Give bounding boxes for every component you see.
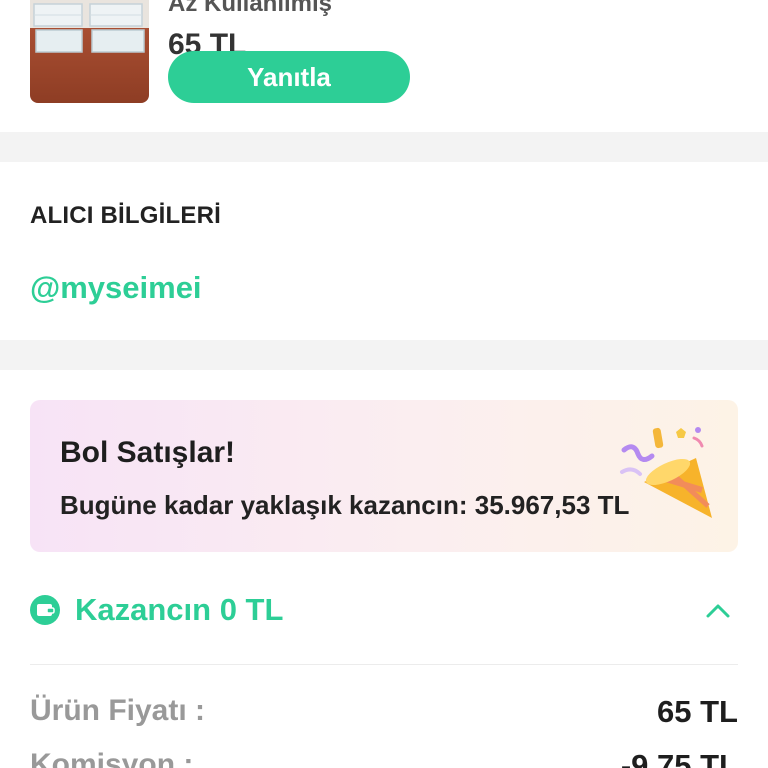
detail-row-product-price: Ürün Fiyatı : 65 TL <box>30 694 738 734</box>
earnings-divider <box>30 664 738 665</box>
product-condition: Az Kullanılmış <box>168 0 333 17</box>
product-card: Az Kullanılmış 65 TL Yanıtla <box>0 0 768 132</box>
sales-banner: Bol Satışlar! Bugüne kadar yaklaşık kaza… <box>30 400 738 552</box>
buyer-section-title: ALICI BİLGİLERİ <box>30 202 221 229</box>
section-divider <box>0 132 768 162</box>
party-popper-icon <box>620 427 712 518</box>
earnings-section: Bol Satışlar! Bugüne kadar yaklaşık kaza… <box>0 370 768 768</box>
wallet-icon <box>30 595 60 625</box>
buyer-info-section: ALICI BİLGİLERİ @myseimei <box>0 162 768 340</box>
buyer-username-link[interactable]: @myseimei <box>30 270 202 306</box>
chevron-up-icon[interactable] <box>704 598 732 622</box>
earnings-label: Kazancın 0 TL <box>75 592 284 627</box>
reply-button[interactable]: Yanıtla <box>168 51 410 103</box>
detail-row-commission: Komisyon : -9,75 TL <box>30 748 738 768</box>
product-thumbnail[interactable] <box>30 0 149 103</box>
detail-value: -9,75 TL <box>620 748 738 768</box>
detail-label: Komisyon : <box>30 748 194 768</box>
detail-value: 65 TL <box>657 694 738 729</box>
detail-label: Ürün Fiyatı : <box>30 694 206 727</box>
banner-total-earnings: Bugüne kadar yaklaşık kazancın: 35.967,5… <box>60 490 630 520</box>
banner-title: Bol Satışlar! <box>60 436 236 469</box>
section-divider <box>0 340 768 370</box>
earnings-toggle[interactable]: Kazancın 0 TL <box>30 584 738 638</box>
